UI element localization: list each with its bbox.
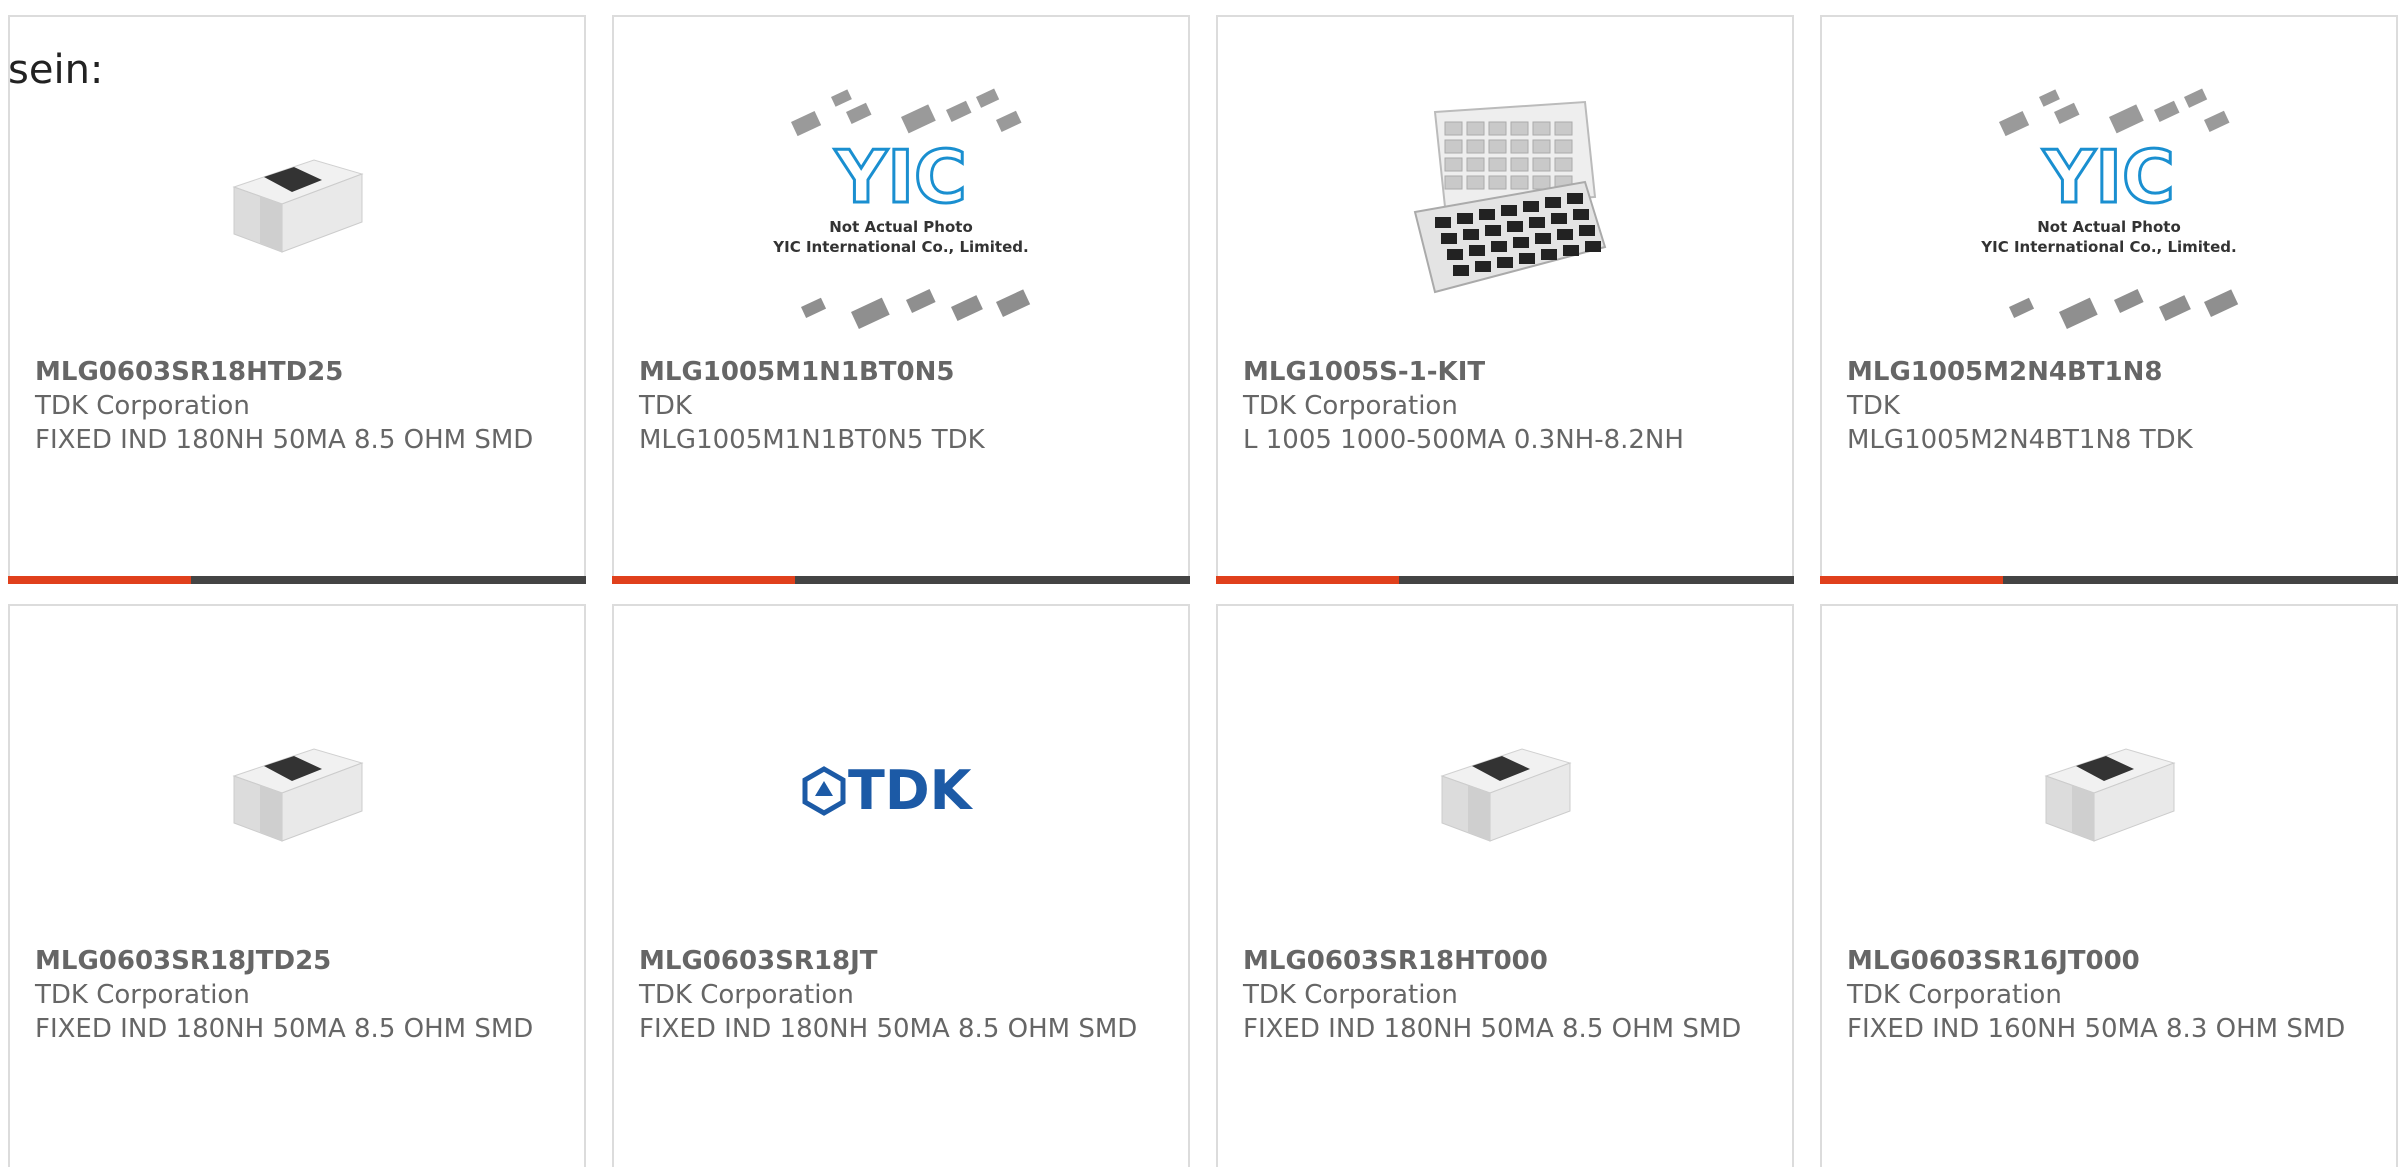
- product-info: MLG0603SR18HT000 TDK Corporation FIXED I…: [1243, 944, 1772, 1046]
- component-kit-box-image: [1413, 100, 1607, 294]
- part-number: MLG1005S-1-KIT: [1243, 357, 1486, 387]
- product-info: MLG0603SR16JT000 TDK Corporation FIXED I…: [1847, 944, 2376, 1046]
- product-description: L 1005 1000-500MA 0.3NH-8.2NH: [1243, 425, 1684, 455]
- card-accent-bar: [1820, 576, 2003, 584]
- manufacturer: TDK Corporation: [1847, 980, 2062, 1010]
- product-card[interactable]: MLG0603SR16JT000 TDK Corporation FIXED I…: [1820, 604, 2398, 1167]
- tdk-logo-image: TDK: [802, 761, 974, 821]
- product-description: MLG1005M1N1BT0N5 TDK: [639, 425, 985, 455]
- product-info: MLG0603SR18HTD25 TDK Corporation FIXED I…: [35, 355, 564, 457]
- manufacturer: TDK Corporation: [1243, 980, 1458, 1010]
- product-description: FIXED IND 160NH 50MA 8.3 OHM SMD: [1847, 1014, 2346, 1044]
- product-card[interactable]: MLG1005S-1-KIT TDK Corporation L 1005 10…: [1216, 15, 1794, 584]
- card-accent-bar: [8, 576, 191, 584]
- chip-inductor-image: [232, 159, 364, 253]
- card-bottom-bar: [612, 576, 1190, 584]
- part-number: MLG1005M2N4BT1N8: [1847, 357, 2163, 387]
- manufacturer: TDK Corporation: [35, 391, 250, 421]
- product-info: MLG0603SR18JT TDK Corporation FIXED IND …: [639, 944, 1168, 1046]
- product-info: MLG1005M1N1BT0N5 TDK MLG1005M1N1BT0N5 TD…: [639, 355, 1168, 457]
- card-bottom-bar: [1820, 576, 2398, 584]
- product-description: FIXED IND 180NH 50MA 8.5 OHM SMD: [1243, 1014, 1742, 1044]
- part-number: MLG0603SR18HTD25: [35, 357, 344, 387]
- card-bottom-bar: [8, 576, 586, 584]
- product-card[interactable]: TDK MLG0603SR18JT TDK Corporation FIXED …: [612, 604, 1190, 1167]
- placeholder-line2: YIC International Co., Limited.: [1980, 238, 2236, 256]
- tdk-logo-text: TDK: [848, 761, 974, 821]
- product-image: YIC Not Actual Photo YIC International Co.…: [1822, 67, 2396, 337]
- manufacturer: TDK Corporation: [35, 980, 250, 1010]
- product-description: FIXED IND 180NH 50MA 8.5 OHM SMD: [35, 1014, 534, 1044]
- yic-placeholder-image: YICNot Actual Photo YIC International Co.…: [772, 88, 1031, 329]
- product-info: MLG0603SR18JTD25 TDK Corporation FIXED I…: [35, 944, 564, 1046]
- yic-placeholder-image: YICNot Actual Photo YIC International Co.…: [1980, 88, 2239, 329]
- manufacturer: TDK Corporation: [1243, 391, 1458, 421]
- product-image: [1822, 656, 2396, 926]
- manufacturer: TDK: [1847, 391, 1900, 421]
- part-number: MLG1005M1N1BT0N5: [639, 357, 955, 387]
- manufacturer: TDK Corporation: [639, 980, 854, 1010]
- chip-inductor-image: [1440, 748, 1572, 842]
- part-number: MLG0603SR16JT000: [1847, 946, 2140, 976]
- part-number: MLG0603SR18JTD25: [35, 946, 332, 976]
- chip-inductor-image: [232, 748, 364, 842]
- product-grid-page: sein: MLG0603SR18HTD25 TDK Corporation F…: [0, 0, 2400, 1167]
- placeholder-line2: YIC International Co., Limited.: [772, 238, 1028, 256]
- card-bottom-bar: [1216, 576, 1794, 584]
- card-accent-bar: [612, 576, 795, 584]
- yic-logo: YIC: [2042, 135, 2175, 219]
- chip-inductor-image: [2044, 748, 2176, 842]
- manufacturer: TDK: [639, 391, 692, 421]
- product-image: [1218, 67, 1792, 337]
- product-info: MLG1005S-1-KIT TDK Corporation L 1005 10…: [1243, 355, 1772, 457]
- product-card[interactable]: YIC Not Actual Photo YIC International Co.…: [612, 15, 1190, 584]
- product-card[interactable]: MLG0603SR18HTD25 TDK Corporation FIXED I…: [8, 15, 586, 584]
- product-info: MLG1005M2N4BT1N8 TDK MLG1005M2N4BT1N8 TD…: [1847, 355, 2376, 457]
- product-image: [1218, 656, 1792, 926]
- part-number: MLG0603SR18JT: [639, 946, 878, 976]
- yic-logo: YIC: [834, 135, 967, 219]
- intro-text: sein:: [8, 47, 104, 93]
- product-image: YIC Not Actual Photo YIC International Co.…: [614, 67, 1188, 337]
- product-card[interactable]: MLG0603SR18JTD25 TDK Corporation FIXED I…: [8, 604, 586, 1167]
- product-card[interactable]: YIC Not Actual Photo YIC International Co.…: [1820, 15, 2398, 584]
- placeholder-line1: Not Actual Photo: [829, 218, 973, 236]
- product-card[interactable]: MLG0603SR18HT000 TDK Corporation FIXED I…: [1216, 604, 1794, 1167]
- product-description: FIXED IND 180NH 50MA 8.5 OHM SMD: [639, 1014, 1138, 1044]
- product-description: MLG1005M2N4BT1N8 TDK: [1847, 425, 2193, 455]
- product-image: TDK: [614, 656, 1188, 926]
- product-description: FIXED IND 180NH 50MA 8.5 OHM SMD: [35, 425, 534, 455]
- card-accent-bar: [1216, 576, 1399, 584]
- part-number: MLG0603SR18HT000: [1243, 946, 1548, 976]
- product-image: [10, 67, 584, 337]
- product-image: [10, 656, 584, 926]
- product-grid: MLG0603SR18HTD25 TDK Corporation FIXED I…: [8, 15, 2400, 1167]
- placeholder-line1: Not Actual Photo: [2037, 218, 2181, 236]
